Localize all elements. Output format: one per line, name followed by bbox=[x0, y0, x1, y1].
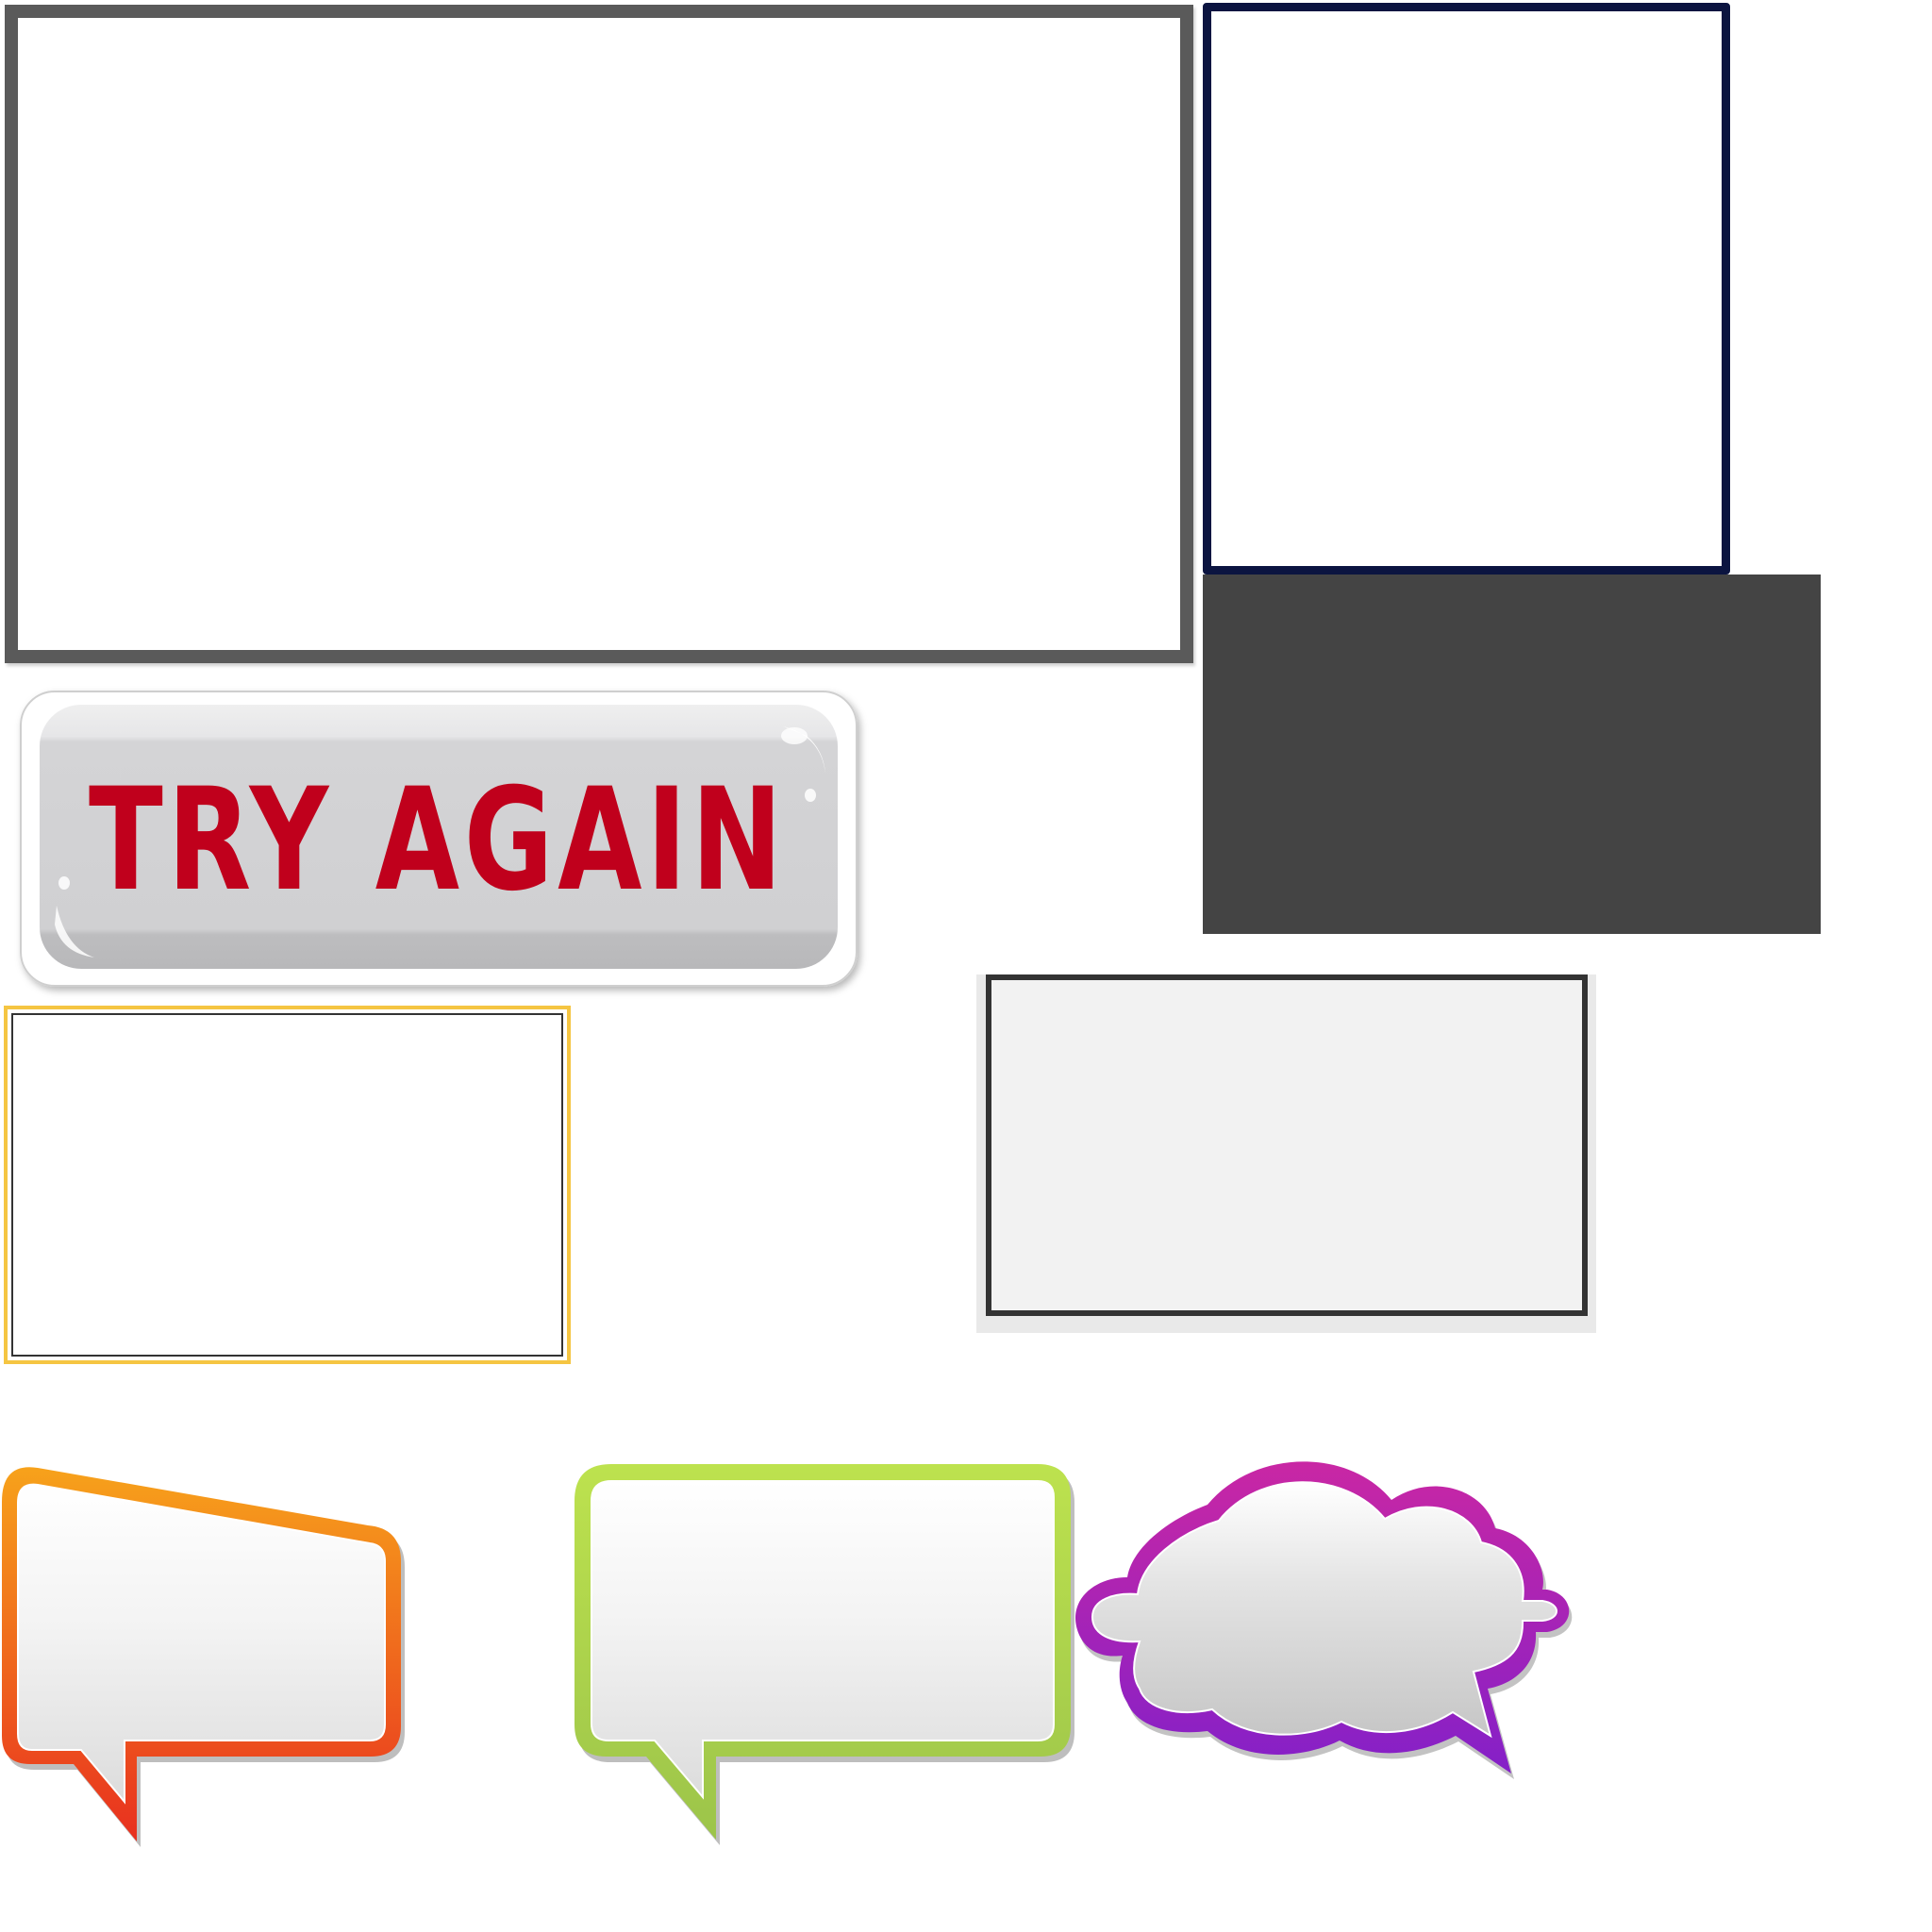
thought-cloud-purple bbox=[1075, 1461, 1573, 1779]
try-again-button[interactable]: TRY AGAIN bbox=[20, 691, 858, 987]
speech-bubble-orange bbox=[2, 1467, 405, 1847]
button-glint-top bbox=[781, 727, 808, 744]
button-glint-dot bbox=[805, 789, 816, 802]
speech-bubble-green bbox=[575, 1464, 1074, 1845]
vector-assets: TRY AGAIN bbox=[2, 691, 1573, 1847]
try-again-button-label: TRY AGAIN bbox=[89, 758, 787, 923]
asset-sheet: TRY AGAIN bbox=[0, 0, 1932, 1932]
button-glint-dot-left bbox=[58, 876, 70, 890]
